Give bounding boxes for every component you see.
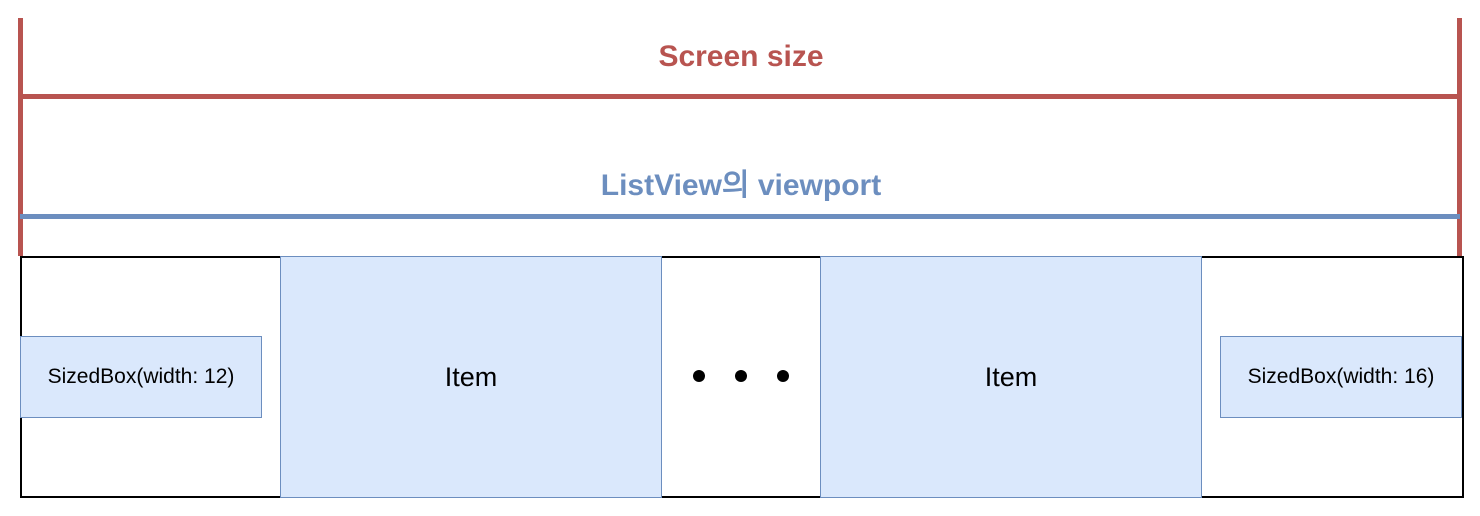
list-item: Item: [280, 256, 662, 498]
screen-size-line: [20, 94, 1460, 99]
leading-sizedbox: SizedBox(width: 12): [20, 336, 262, 418]
ellipsis-dot: [777, 370, 789, 382]
list-item-label: Item: [984, 361, 1038, 392]
ellipsis-dot: [693, 370, 705, 382]
leading-sizedbox-label: SizedBox(width: 12): [47, 365, 235, 388]
viewport-line: [20, 214, 1460, 219]
trailing-sizedbox: SizedBox(width: 16): [1220, 336, 1462, 418]
list-item: Item: [820, 256, 1202, 498]
list-item-label: Item: [444, 361, 498, 392]
viewport-label: ListView의 viewport: [600, 169, 882, 202]
screen-size-label: Screen size: [658, 40, 824, 73]
ellipsis: [662, 256, 820, 496]
ellipsis-dot: [735, 370, 747, 382]
trailing-sizedbox-label: SizedBox(width: 16): [1247, 365, 1435, 388]
